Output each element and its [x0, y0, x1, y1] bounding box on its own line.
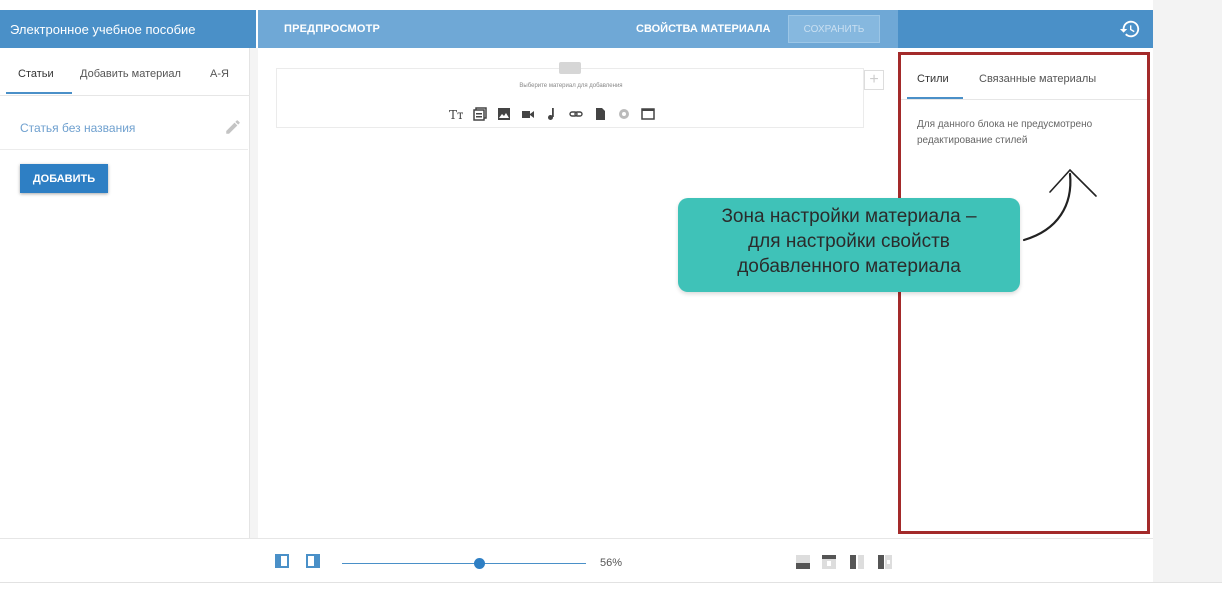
tab-related-materials[interactable]: Связанные материалы: [979, 73, 1096, 85]
split-columns-icon[interactable]: [850, 555, 864, 569]
articles-tabs: Статьи Добавить материал А-Я: [0, 48, 250, 96]
panel-divider: [250, 48, 258, 538]
pencil-icon[interactable]: [224, 118, 242, 136]
active-tab-indicator: [6, 92, 72, 94]
articles-panel: Статьи Добавить материал А-Я Статья без …: [0, 48, 250, 538]
tab-articles[interactable]: Статьи: [18, 68, 54, 80]
frame-icon[interactable]: [641, 107, 655, 121]
material-block[interactable]: Выберите материал для добавления Tт: [276, 62, 864, 128]
callout-line: добавленного материала: [737, 256, 961, 277]
tab-alphabetical[interactable]: А-Я: [210, 68, 229, 80]
material-type-picker: Tт: [449, 107, 655, 121]
save-button[interactable]: СОХРАНИТЬ: [788, 15, 880, 43]
zoom-level: 56%: [600, 557, 623, 569]
tab-add-material[interactable]: Добавить материал: [80, 68, 181, 80]
preview-button[interactable]: ПРЕДПРОСМОТР: [284, 23, 380, 35]
tab-styles[interactable]: Стили: [917, 73, 949, 85]
tabs-divider: [901, 99, 1147, 100]
align-right-icon[interactable]: [878, 555, 892, 569]
history-icon[interactable]: [1119, 18, 1141, 40]
zoom-slider[interactable]: [342, 563, 586, 564]
image-icon[interactable]: [497, 107, 511, 121]
app-title: Электронное учебное пособие: [10, 21, 196, 37]
bottom-toolbar: [0, 538, 1153, 582]
material-properties-button[interactable]: СВОЙСТВА МАТЕРИАЛА: [636, 23, 770, 35]
article-title[interactable]: Статья без названия: [20, 121, 135, 135]
annotation-arrow: [1022, 168, 1097, 242]
align-middle-icon[interactable]: [822, 555, 836, 569]
callout-line: Зона настройки материала –: [721, 206, 977, 227]
annotation-callout: Зона настройки материала – для настройки…: [678, 198, 1020, 292]
callout-line: для настройки свойств: [748, 231, 950, 252]
drag-handle[interactable]: [559, 62, 581, 74]
add-block-button[interactable]: +: [864, 70, 884, 90]
window-bottom-border: [0, 582, 1222, 583]
list-item[interactable]: Статья без названия: [0, 106, 248, 150]
panel-left-icon[interactable]: [275, 554, 289, 568]
app-title-bar: Электронное учебное пособие: [0, 10, 256, 48]
styles-message: Для данного блока не предусмотрено редак…: [917, 119, 1093, 146]
text-icon[interactable]: Tт: [449, 107, 463, 121]
app-window: Электронное учебное пособие ПРЕДПРОСМОТР…: [0, 0, 1222, 598]
add-article-button[interactable]: ДОБАВИТЬ: [20, 164, 108, 193]
panel-right-icon[interactable]: [306, 554, 320, 568]
file-icon[interactable]: [593, 107, 607, 121]
toolbar: ПРЕДПРОСМОТР СВОЙСТВА МАТЕРИАЛА СОХРАНИТ…: [258, 10, 898, 48]
top-bar-right: [898, 10, 1153, 48]
block-hint: Выберите материал для добавления: [519, 83, 623, 89]
gallery-icon[interactable]: [473, 107, 487, 121]
material-settings-panel: Стили Связанные материалы Для данного бл…: [898, 52, 1150, 534]
svg-text:Tт: Tт: [449, 108, 463, 121]
align-bottom-icon[interactable]: [796, 555, 810, 569]
zoom-slider-handle[interactable]: [474, 558, 485, 569]
widget-icon[interactable]: [617, 107, 631, 121]
audio-icon[interactable]: [545, 107, 559, 121]
video-icon[interactable]: [521, 107, 535, 121]
right-gutter: [1153, 0, 1222, 582]
link-icon[interactable]: [569, 107, 583, 121]
